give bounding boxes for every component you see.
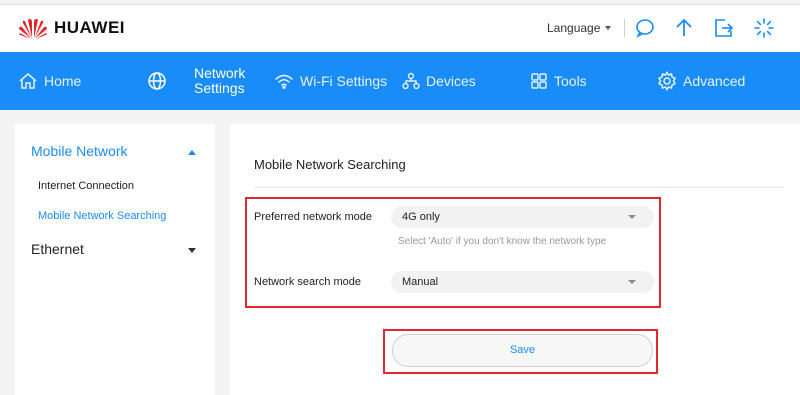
main-nav: Home Network Settings Wi-Fi Settings Dev…	[0, 52, 800, 110]
sidebar-item-mobile-network-searching[interactable]: Mobile Network Searching	[38, 210, 166, 222]
nav-tools[interactable]: Tools	[530, 52, 587, 110]
tools-icon	[531, 73, 547, 89]
nav-network-settings-label-2: Settings	[194, 80, 245, 96]
huawei-logo: HUAWEI	[18, 16, 125, 40]
wifi-icon	[275, 74, 293, 89]
nav-advanced[interactable]: Advanced	[657, 52, 745, 110]
nav-wifi-settings[interactable]: Wi-Fi Settings	[274, 52, 387, 110]
header-divider	[624, 19, 625, 37]
nav-globe[interactable]	[147, 52, 173, 110]
nav-network-settings-label-1: Network	[194, 65, 246, 81]
sidebar: Mobile Network Internet Connection Mobil…	[15, 124, 215, 395]
nav-advanced-label: Advanced	[683, 73, 746, 89]
update-arrow-icon[interactable]	[673, 17, 695, 39]
nav-network-settings[interactable]: Network Settings	[194, 52, 245, 110]
chevron-down-icon	[628, 215, 636, 219]
preferred-network-mode-value: 4G only	[402, 211, 440, 223]
language-dropdown[interactable]: Language	[547, 21, 612, 35]
devices-icon	[402, 72, 420, 90]
title-divider	[254, 187, 784, 188]
browser-top-strip	[0, 0, 800, 5]
message-icon[interactable]	[634, 17, 656, 39]
nav-devices[interactable]: Devices	[402, 52, 476, 110]
brand-name: HUAWEI	[54, 18, 125, 37]
sidebar-item-internet-connection[interactable]: Internet Connection	[38, 180, 134, 192]
home-icon	[19, 73, 37, 89]
save-button[interactable]: Save	[392, 334, 653, 367]
globe-icon	[148, 72, 166, 90]
chevron-down-icon	[605, 26, 612, 30]
logout-icon[interactable]	[713, 17, 735, 39]
gear-icon	[657, 71, 677, 91]
nav-wifi-settings-label: Wi-Fi Settings	[300, 73, 388, 89]
network-search-mode-label: Network search mode	[254, 276, 361, 288]
preferred-network-mode-label: Preferred network mode	[254, 211, 372, 223]
language-label: Language	[547, 21, 601, 35]
sidebar-group-ethernet[interactable]: Ethernet	[31, 241, 84, 257]
nav-tools-label: Tools	[554, 73, 587, 89]
chevron-up-icon[interactable]	[188, 150, 196, 155]
huawei-flower-icon	[19, 18, 47, 39]
content-panel: Mobile Network Searching Preferred netwo…	[230, 124, 800, 395]
network-search-mode-select[interactable]: Manual	[391, 271, 654, 293]
chevron-down-icon[interactable]	[188, 248, 196, 253]
sidebar-group-mobile-network[interactable]: Mobile Network	[31, 143, 127, 159]
preferred-network-mode-select[interactable]: 4G only	[391, 206, 654, 228]
nav-devices-label: Devices	[426, 73, 476, 89]
nav-home-label: Home	[44, 73, 82, 89]
nav-home[interactable]: Home	[18, 52, 81, 110]
main-area: Mobile Network Internet Connection Mobil…	[0, 110, 800, 395]
chevron-down-icon	[628, 280, 636, 284]
header: HUAWEI Language	[0, 6, 800, 52]
network-search-mode-value: Manual	[402, 276, 439, 288]
page-title: Mobile Network Searching	[254, 157, 406, 172]
network-mode-hint: Select 'Auto' if you don't know the netw…	[398, 236, 607, 247]
loading-icon[interactable]	[753, 17, 775, 39]
